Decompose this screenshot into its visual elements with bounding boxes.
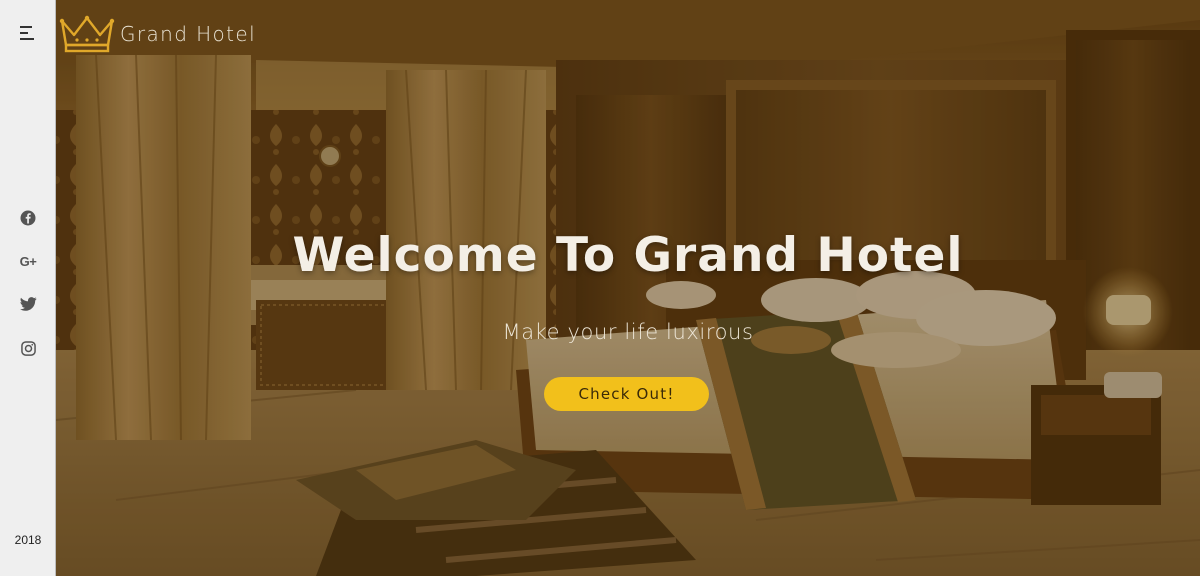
check-out-button[interactable]: Check Out! (544, 377, 709, 411)
copyright-year: 2018 (14, 533, 42, 547)
brand-name: Grand Hotel (120, 22, 257, 46)
hamburger-menu-icon[interactable] (20, 26, 36, 40)
hero-background-image (56, 0, 1200, 576)
sidebar: G+ 2018 (0, 0, 56, 576)
twitter-icon[interactable] (0, 292, 56, 316)
crown-icon (59, 15, 115, 53)
instagram-icon[interactable] (0, 336, 56, 360)
brand[interactable]: Grand Hotel (56, 14, 256, 54)
google-plus-icon[interactable]: G+ (0, 249, 56, 273)
hero-tagline: Make your life luxirous (502, 320, 754, 344)
facebook-icon[interactable] (0, 206, 56, 230)
hero-headline: Welcome To Grand Hotel (292, 228, 964, 283)
hero-section: Grand Hotel Welcome To Grand Hotel Make … (56, 0, 1200, 576)
